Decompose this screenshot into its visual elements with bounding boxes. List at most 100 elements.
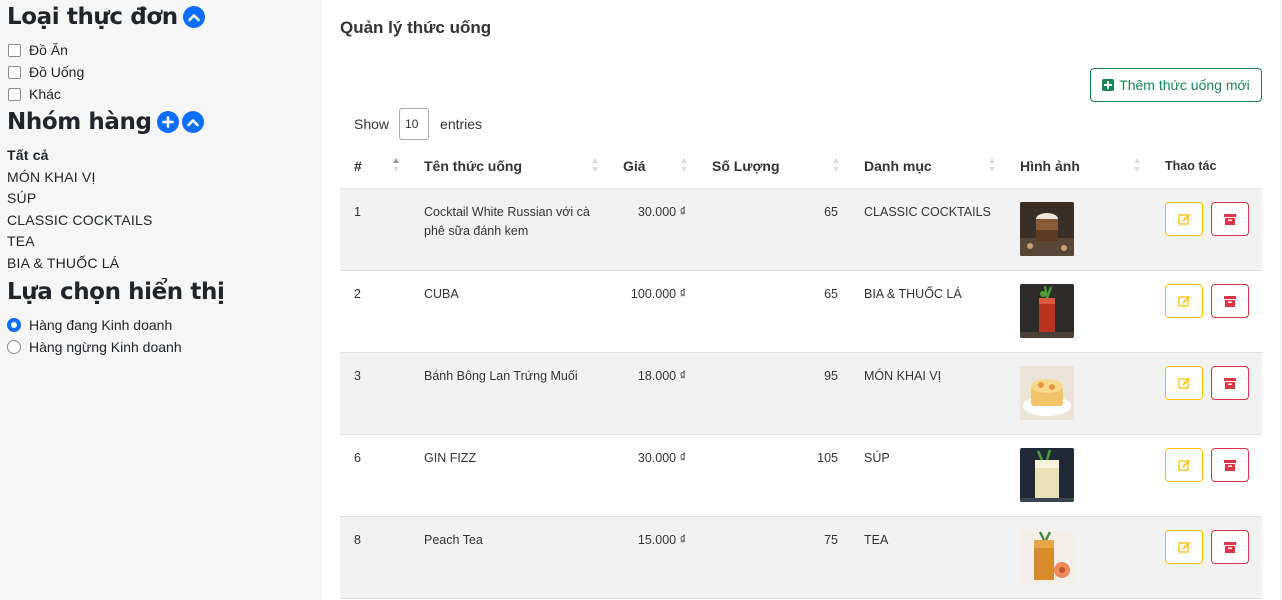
cell-index: 2 bbox=[354, 287, 361, 301]
group-item-all[interactable]: Tất cả bbox=[7, 145, 153, 167]
cell-price: 30.000 ₫ bbox=[637, 205, 686, 219]
checkbox-label: Khác bbox=[29, 86, 61, 102]
edit-button[interactable] bbox=[1165, 284, 1203, 318]
cell-quantity: 65 bbox=[824, 287, 838, 301]
column-header-actions: Thao tác bbox=[1165, 158, 1217, 173]
column-header-price[interactable]: Giá bbox=[623, 142, 646, 189]
archive-icon bbox=[1224, 541, 1236, 553]
cell-name: Peach Tea bbox=[424, 533, 483, 547]
edit-icon bbox=[1177, 541, 1190, 553]
chevron-up-icon[interactable] bbox=[182, 6, 205, 28]
add-drink-label: Thêm thức uống mới bbox=[1119, 77, 1250, 93]
group-item[interactable]: BIA & THUỐC LÁ bbox=[7, 253, 153, 275]
cell-name: Bánh Bông Lan Trứng Muối bbox=[424, 369, 578, 383]
cell-category: TEA bbox=[864, 533, 889, 547]
table-header: # Tên thức uống Giá Số Lượng Danh mục Hì… bbox=[340, 142, 1262, 189]
display-option-inactive[interactable]: Hàng ngừng Kinh doanh bbox=[7, 336, 182, 358]
cell-name: CUBA bbox=[424, 287, 459, 301]
cell-index: 3 bbox=[354, 369, 361, 383]
checkbox[interactable] bbox=[8, 87, 21, 101]
edit-button[interactable] bbox=[1165, 366, 1203, 400]
cell-index: 1 bbox=[354, 205, 361, 219]
peach-tea-photo bbox=[1020, 530, 1074, 584]
archive-icon bbox=[1224, 459, 1236, 471]
group-title: Nhóm hàng bbox=[7, 109, 152, 135]
display-option-active[interactable]: Hàng đang Kinh doanh bbox=[7, 314, 182, 336]
table-row: 3 Bánh Bông Lan Trứng Muối 18.000 ₫ 95 M… bbox=[340, 353, 1262, 435]
edit-icon bbox=[1177, 213, 1190, 225]
group-item[interactable]: CLASSIC COCKTAILS bbox=[7, 210, 153, 232]
cell-name: GIN FIZZ bbox=[424, 451, 477, 465]
page-length-control: Show 10 entries bbox=[354, 108, 482, 140]
display-options: Hàng đang Kinh doanh Hàng ngừng Kinh doa… bbox=[7, 314, 182, 358]
radio-label: Hàng ngừng Kinh doanh bbox=[29, 339, 182, 355]
checkbox-label: Đồ Uống bbox=[29, 64, 85, 80]
group-heading: Nhóm hàng bbox=[7, 109, 206, 135]
cell-quantity: 65 bbox=[824, 205, 838, 219]
cuba-drink-photo bbox=[1020, 284, 1074, 338]
group-item[interactable]: SÚP bbox=[7, 188, 153, 210]
delete-button[interactable] bbox=[1211, 366, 1249, 400]
cell-name: Cocktail White Russian với cà phê sữa đá… bbox=[424, 205, 590, 238]
page-length-select[interactable]: 10 bbox=[399, 108, 430, 140]
cell-quantity: 105 bbox=[817, 451, 838, 465]
edit-button[interactable] bbox=[1165, 448, 1203, 482]
sort-icon[interactable] bbox=[393, 158, 400, 172]
plus-icon[interactable] bbox=[156, 111, 179, 133]
cell-category: SÚP bbox=[864, 451, 890, 465]
edit-button[interactable] bbox=[1165, 202, 1203, 236]
checkbox[interactable] bbox=[8, 43, 21, 57]
delete-button[interactable] bbox=[1211, 284, 1249, 318]
column-header-name[interactable]: Tên thức uống bbox=[424, 142, 522, 189]
edit-button[interactable] bbox=[1165, 530, 1203, 564]
group-list: Tất cả MÓN KHAI VỊ SÚP CLASSIC COCKTAILS… bbox=[7, 145, 153, 275]
delete-button[interactable] bbox=[1211, 448, 1249, 482]
checkbox[interactable] bbox=[8, 65, 21, 79]
cell-category: CLASSIC COCKTAILS bbox=[864, 205, 991, 219]
sort-icon[interactable] bbox=[833, 158, 840, 172]
display-title: Lựa chọn hiển thị bbox=[7, 279, 225, 305]
radio-button[interactable] bbox=[7, 340, 21, 354]
menu-type-drink[interactable]: Đồ Uống bbox=[7, 61, 84, 83]
gin-fizz-photo bbox=[1020, 448, 1074, 502]
cell-index: 6 bbox=[354, 451, 361, 465]
radio-button[interactable] bbox=[7, 318, 21, 332]
cell-price: 15.000 ₫ bbox=[637, 533, 686, 547]
group-item[interactable]: TEA bbox=[7, 231, 153, 253]
plus-square-icon bbox=[1102, 79, 1115, 91]
sort-icon[interactable] bbox=[592, 158, 599, 172]
menu-type-food[interactable]: Đồ Ăn bbox=[7, 39, 84, 61]
table-row: 8 Peach Tea 15.000 ₫ 75 TEA bbox=[340, 517, 1262, 599]
sort-icon[interactable] bbox=[681, 158, 688, 172]
archive-icon bbox=[1224, 377, 1236, 389]
column-header-quantity[interactable]: Số Lượng bbox=[712, 142, 780, 189]
cell-quantity: 95 bbox=[824, 369, 838, 383]
main-panel: Quản lý thức uống Thêm thức uống mới Sho… bbox=[322, 0, 1280, 600]
display-heading: Lựa chọn hiển thị bbox=[7, 279, 228, 305]
page-title: Quản lý thức uống bbox=[340, 18, 492, 37]
column-header-image[interactable]: Hình ảnh bbox=[1020, 142, 1080, 189]
edit-icon bbox=[1177, 377, 1190, 389]
menu-type-list: Đồ Ăn Đồ Uống Khác bbox=[7, 39, 84, 105]
radio-label: Hàng đang Kinh doanh bbox=[29, 317, 173, 333]
sort-icon[interactable] bbox=[989, 158, 996, 172]
column-header-category[interactable]: Danh mục bbox=[864, 142, 932, 189]
table-row: 1 Cocktail White Russian với cà phê sữa … bbox=[340, 189, 1262, 271]
delete-button[interactable] bbox=[1211, 202, 1249, 236]
chevron-up-icon[interactable] bbox=[181, 111, 204, 133]
cell-price: 100.000 ₫ bbox=[630, 287, 686, 301]
show-label: Show bbox=[354, 116, 390, 132]
delete-button[interactable] bbox=[1211, 530, 1249, 564]
entries-label: entries bbox=[440, 116, 483, 132]
cell-category: BIA & THUỐC LÁ bbox=[864, 287, 962, 301]
cell-price: 30.000 ₫ bbox=[637, 451, 686, 465]
group-item[interactable]: MÓN KHAI VỊ bbox=[7, 167, 153, 189]
sort-icon[interactable] bbox=[1134, 158, 1141, 172]
menu-type-heading: Loại thực đơn bbox=[7, 4, 207, 30]
add-drink-button[interactable]: Thêm thức uống mới bbox=[1090, 68, 1262, 102]
cell-quantity: 75 bbox=[824, 533, 838, 547]
edit-icon bbox=[1177, 295, 1190, 307]
column-header-index[interactable]: # bbox=[354, 142, 362, 189]
archive-icon bbox=[1224, 213, 1236, 225]
menu-type-other[interactable]: Khác bbox=[7, 83, 84, 105]
